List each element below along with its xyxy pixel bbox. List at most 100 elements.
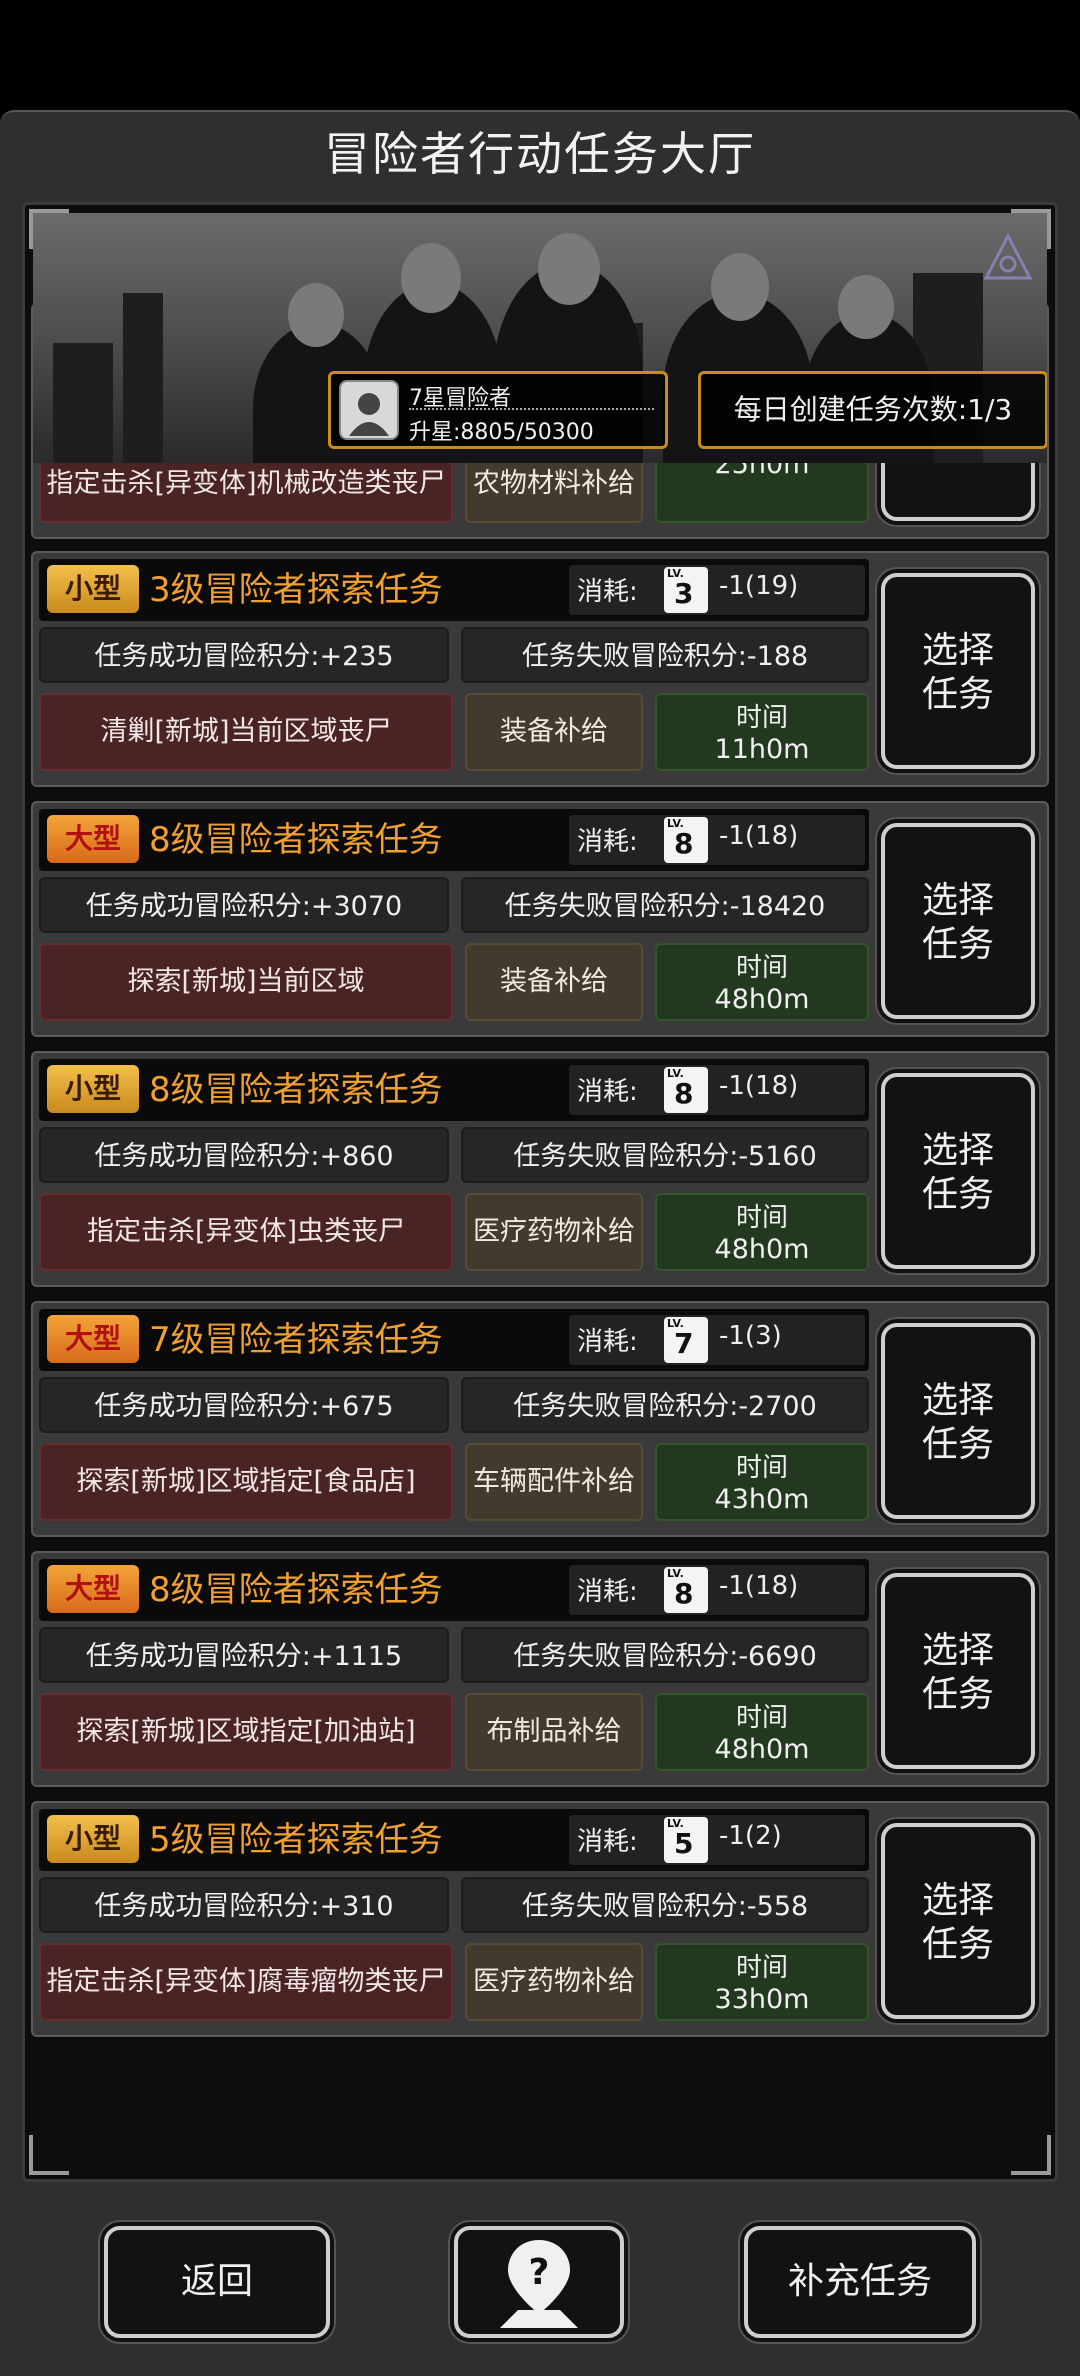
add-missions-button[interactable]: 补充任务 xyxy=(744,2226,976,2338)
cost-label: 消耗: xyxy=(577,1327,638,1357)
help-button[interactable]: ? xyxy=(454,2226,624,2338)
select-mission-label: 选择任务 xyxy=(921,1880,994,1965)
mission-cost: 消耗: LV. 5 -1(2) xyxy=(569,1815,865,1865)
cost-label: 消耗: xyxy=(577,1827,638,1857)
mission-supply: 医疗药物补给 xyxy=(465,1193,643,1271)
mission-size-badge: 大型 xyxy=(47,815,139,863)
cost-value: -1(18) xyxy=(719,821,799,851)
fail-points: 任务失败冒险积分:-2700 xyxy=(461,1377,869,1433)
rank-divider xyxy=(409,408,654,410)
cost-value: -1(18) xyxy=(719,1571,799,1601)
mission-target: 探索[新城]区域指定[食品店] xyxy=(39,1443,453,1521)
mission-time: 时间 43h0m xyxy=(655,1443,869,1521)
select-mission-label: 选择任务 xyxy=(921,630,994,715)
mission-target: 指定击杀[异变体]虫类丧尸 xyxy=(39,1193,453,1271)
building-silhouette xyxy=(123,293,163,463)
cost-value: -1(2) xyxy=(719,1821,782,1851)
mission-time-value: 48h0m xyxy=(714,984,810,1015)
building-silhouette xyxy=(53,343,113,463)
adventurer-rank-box[interactable]: 7星冒险者 升星:8805/50300 xyxy=(328,371,668,449)
select-mission-label: 选择任务 xyxy=(921,880,994,965)
select-mission-button[interactable]: 选择任务 xyxy=(881,1573,1035,1769)
mission-header: 大型 7级冒险者探索任务 消耗: LV. 7 -1(3) xyxy=(39,1309,869,1371)
mission-time-label: 时间 xyxy=(735,1953,788,1983)
cost-label: 消耗: xyxy=(577,827,638,857)
rank-progress: 升星:8805/50300 xyxy=(409,420,594,445)
mission-card[interactable]: 大型 7级冒险者探索任务 消耗: LV. 7 -1(3) 任务成功冒险积分:+675 任务失败… xyxy=(31,1301,1049,1537)
select-mission-label: 选择任务 xyxy=(921,1130,994,1215)
mission-size-badge: 小型 xyxy=(47,1815,139,1863)
level-card-icon: LV. 8 xyxy=(664,1067,708,1113)
adventurer-head xyxy=(401,243,461,313)
fail-points: 任务失败冒险积分:-18420 xyxy=(461,877,869,933)
fail-points: 任务失败冒险积分:-558 xyxy=(461,1877,869,1933)
mission-supply: 医疗药物补给 xyxy=(465,1943,643,2021)
level-card-number: 8 xyxy=(674,1577,694,1610)
success-points: 任务成功冒险积分:+1115 xyxy=(39,1627,449,1683)
select-mission-button[interactable]: 选择任务 xyxy=(881,573,1035,769)
mission-time-label: 时间 xyxy=(735,953,788,983)
mission-time: 时间 48h0m xyxy=(655,1693,869,1771)
mission-time: 时间 48h0m xyxy=(655,943,869,1021)
mission-target: 指定击杀[异变体]腐毒瘤物类丧尸 xyxy=(39,1943,453,2021)
select-mission-button[interactable]: 选择任务 xyxy=(881,823,1035,1019)
mission-time: 时间 48h0m xyxy=(655,1193,869,1271)
mission-time-value: 33h0m xyxy=(714,1984,810,2015)
cost-value: -1(18) xyxy=(719,1071,799,1101)
mission-card[interactable]: 小型 3级冒险者探索任务 消耗: LV. 3 -1(19) 任务成功冒险积分:+235 任务失… xyxy=(31,551,1049,787)
mission-title: 5级冒险者探索任务 xyxy=(149,1820,443,1860)
cost-label: 消耗: xyxy=(577,1577,638,1607)
mission-target: 清剿[新城]当前区域丧尸 xyxy=(39,693,453,771)
cost-label: 消耗: xyxy=(577,577,638,607)
level-card-number: 5 xyxy=(674,1827,694,1860)
mission-cost: 消耗: LV. 8 -1(18) xyxy=(569,815,865,865)
mission-cost: 消耗: LV. 8 -1(18) xyxy=(569,1565,865,1615)
mission-card[interactable]: 大型 8级冒险者探索任务 消耗: LV. 8 -1(18) 任务成功冒险积分:+1115 任务… xyxy=(31,1551,1049,1787)
mission-list-frame[interactable]: 7星冒险者 升星:8805/50300 每日创建任务次数:1/3 指定击杀[异变… xyxy=(22,202,1058,2182)
success-points: 任务成功冒险积分:+235 xyxy=(39,627,449,683)
mission-card[interactable]: 小型 8级冒险者探索任务 消耗: LV. 8 -1(18) 任务成功冒险积分:+860 任务失… xyxy=(31,1051,1049,1287)
help-map-pin-icon: ? xyxy=(500,2240,578,2328)
frame-corner xyxy=(29,209,69,249)
select-mission-button[interactable]: 选择任务 xyxy=(881,1073,1035,1269)
mission-title: 8级冒险者探索任务 xyxy=(149,1070,443,1110)
mission-title: 8级冒险者探索任务 xyxy=(149,820,443,860)
select-mission-button[interactable]: 选择任务 xyxy=(881,1323,1035,1519)
mission-time-value: 11h0m xyxy=(714,734,810,765)
select-mission-label: 选择任务 xyxy=(921,1380,994,1465)
cost-label: 消耗: xyxy=(577,1077,638,1107)
mission-header: 小型 8级冒险者探索任务 消耗: LV. 8 -1(18) xyxy=(39,1059,869,1121)
success-points: 任务成功冒险积分:+3070 xyxy=(39,877,449,933)
mission-size-badge: 小型 xyxy=(47,1065,139,1113)
mission-header: 大型 8级冒险者探索任务 消耗: LV. 8 -1(18) xyxy=(39,1559,869,1621)
adventurer-head xyxy=(288,283,344,347)
success-points: 任务成功冒险积分:+675 xyxy=(39,1377,449,1433)
level-card-icon: LV. 5 xyxy=(664,1817,708,1863)
mission-header: 小型 5级冒险者探索任务 消耗: LV. 5 -1(2) xyxy=(39,1809,869,1871)
mission-header: 大型 8级冒险者探索任务 消耗: LV. 8 -1(18) xyxy=(39,809,869,871)
mission-size-badge: 小型 xyxy=(47,565,139,613)
mission-header: 小型 3级冒险者探索任务 消耗: LV. 3 -1(19) xyxy=(39,559,869,621)
mission-size-badge: 大型 xyxy=(47,1315,139,1363)
cost-value: -1(3) xyxy=(719,1321,782,1351)
mission-card[interactable]: 小型 5级冒险者探索任务 消耗: LV. 5 -1(2) 任务成功冒险积分:+310 任务失败… xyxy=(31,1801,1049,2037)
success-points: 任务成功冒险积分:+310 xyxy=(39,1877,449,1933)
frame-corner xyxy=(1011,209,1051,249)
select-mission-label: 选择任务 xyxy=(921,1630,994,1715)
svg-text:?: ? xyxy=(529,2252,550,2293)
select-mission-button[interactable]: 选择任务 xyxy=(881,1823,1035,2019)
level-card-icon: LV. 8 xyxy=(664,1567,708,1613)
mission-time-label: 时间 xyxy=(735,1203,788,1233)
mission-title: 3级冒险者探索任务 xyxy=(149,570,443,610)
mission-time: 时间 11h0m xyxy=(655,693,869,771)
level-card-icon: LV. 8 xyxy=(664,817,708,863)
mission-card[interactable]: 大型 8级冒险者探索任务 消耗: LV. 8 -1(18) 任务成功冒险积分:+3070 任务… xyxy=(31,801,1049,1037)
frame-corner xyxy=(29,2135,69,2175)
level-card-icon: LV. 3 xyxy=(664,567,708,613)
mission-size-badge: 大型 xyxy=(47,1565,139,1613)
back-button[interactable]: 返回 xyxy=(104,2226,330,2338)
fail-points: 任务失败冒险积分:-6690 xyxy=(461,1627,869,1683)
mission-cost: 消耗: LV. 3 -1(19) xyxy=(569,565,865,615)
level-card-number: 3 xyxy=(674,577,694,610)
frame-corner xyxy=(1011,2135,1051,2175)
